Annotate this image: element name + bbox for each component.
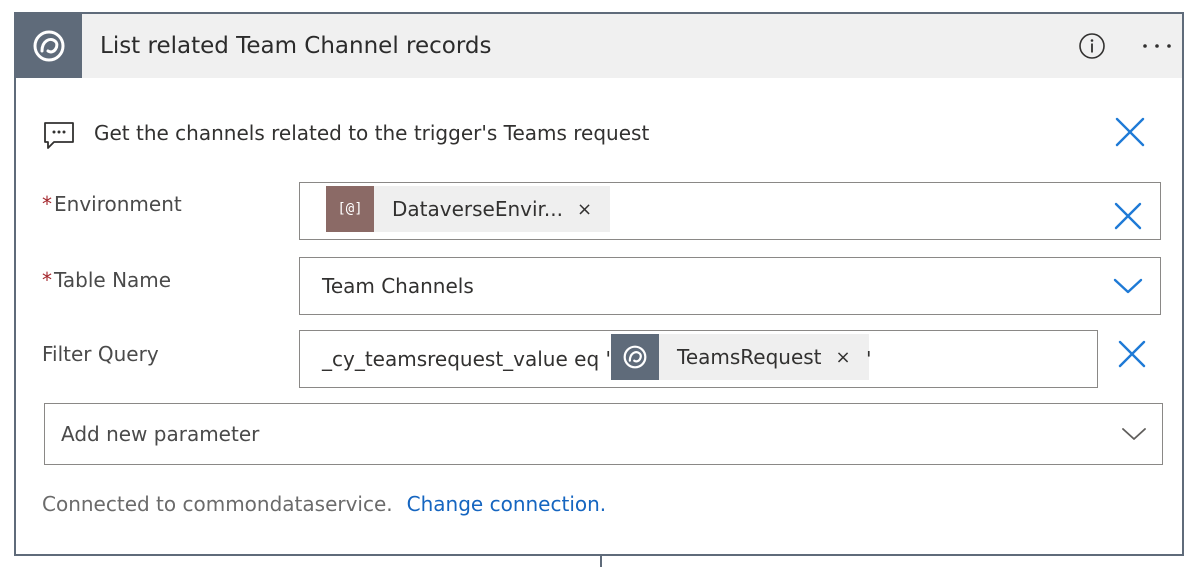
teams-request-token-label: TeamsRequest	[677, 345, 822, 369]
teams-request-token[interactable]: TeamsRequest ×	[611, 334, 869, 380]
table-name-label: * Table Name	[42, 268, 172, 292]
filter-query-label: Filter Query	[42, 342, 159, 366]
info-icon[interactable]	[1078, 32, 1106, 60]
connection-status: Connected to commondataservice.	[42, 492, 393, 516]
filter-query-suffix: '	[866, 347, 872, 371]
dataverse-icon	[33, 30, 65, 62]
comment-text: Get the channels related to the trigger'…	[94, 121, 650, 145]
card-header[interactable]: List related Team Channel records	[16, 14, 1182, 78]
required-mark: *	[42, 192, 52, 216]
environment-token-label: DataverseEnvir...	[392, 197, 564, 221]
action-card: List related Team Channel records Get th…	[14, 12, 1184, 556]
remove-token-icon[interactable]: ×	[577, 199, 592, 220]
comment-icon	[44, 122, 74, 149]
required-mark: *	[42, 268, 52, 292]
filter-query-input[interactable]: _cy_teamsrequest_value eq ' TeamsRequest…	[299, 330, 1098, 388]
add-new-parameter-dropdown[interactable]: Add new parameter	[44, 403, 1163, 465]
change-connection-link[interactable]: Change connection.	[407, 492, 606, 516]
environment-token[interactable]: [@] DataverseEnvir... ×	[326, 186, 611, 232]
flow-connector-line	[600, 556, 602, 567]
clear-environment-button[interactable]	[1112, 200, 1144, 232]
variable-token-icon: [@]	[326, 186, 374, 232]
remove-token-icon[interactable]: ×	[836, 347, 851, 368]
card-title: List related Team Channel records	[100, 33, 492, 59]
environment-field[interactable]: [@] DataverseEnvir... ×	[299, 182, 1161, 240]
chevron-down-icon[interactable]	[1121, 426, 1147, 442]
filter-query-prefix: _cy_teamsrequest_value eq '	[322, 347, 612, 371]
environment-label: * Environment	[42, 192, 182, 216]
delete-comment-button[interactable]	[1114, 116, 1146, 148]
dataverse-icon	[623, 345, 647, 369]
table-name-value: Team Channels	[322, 274, 474, 298]
add-new-parameter-label: Add new parameter	[61, 422, 260, 446]
table-name-select[interactable]: Team Channels	[299, 257, 1161, 315]
more-options-icon[interactable]	[1140, 32, 1174, 60]
connection-info: Connected to commondataservice. Change co…	[42, 486, 606, 522]
chevron-down-icon[interactable]	[1112, 276, 1144, 296]
clear-filter-query-button[interactable]	[1116, 338, 1148, 370]
dataverse-token-icon	[611, 334, 659, 380]
dataverse-logo	[16, 14, 82, 78]
